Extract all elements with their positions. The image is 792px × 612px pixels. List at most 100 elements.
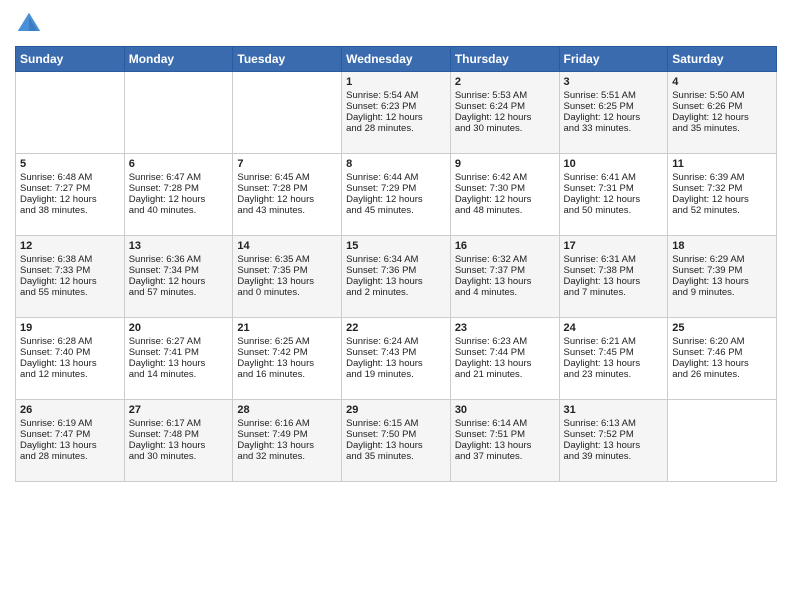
cell-content: and 28 minutes.: [346, 123, 446, 134]
cell-content: and 7 minutes.: [564, 287, 664, 298]
cell-content: Daylight: 13 hours: [20, 440, 120, 451]
day-number: 5: [20, 158, 120, 170]
day-number: 24: [564, 322, 664, 334]
calendar-header-row: SundayMondayTuesdayWednesdayThursdayFrid…: [16, 47, 777, 72]
cell-content: Sunset: 7:33 PM: [20, 265, 120, 276]
calendar-cell: 24Sunrise: 6:21 AMSunset: 7:45 PMDayligh…: [559, 318, 668, 400]
calendar-header-thursday: Thursday: [450, 47, 559, 72]
calendar-week-5: 26Sunrise: 6:19 AMSunset: 7:47 PMDayligh…: [16, 400, 777, 482]
cell-content: and 37 minutes.: [455, 451, 555, 462]
cell-content: Sunset: 7:34 PM: [129, 265, 229, 276]
cell-content: and 0 minutes.: [237, 287, 337, 298]
cell-content: and 33 minutes.: [564, 123, 664, 134]
cell-content: and 45 minutes.: [346, 205, 446, 216]
cell-content: Daylight: 12 hours: [237, 194, 337, 205]
cell-content: Sunset: 7:35 PM: [237, 265, 337, 276]
calendar-cell: 2Sunrise: 5:53 AMSunset: 6:24 PMDaylight…: [450, 72, 559, 154]
cell-content: Sunrise: 6:47 AM: [129, 172, 229, 183]
calendar-header-monday: Monday: [124, 47, 233, 72]
cell-content: Sunset: 7:51 PM: [455, 429, 555, 440]
calendar-header-friday: Friday: [559, 47, 668, 72]
calendar-cell: [124, 72, 233, 154]
cell-content: Sunrise: 6:36 AM: [129, 254, 229, 265]
cell-content: Sunset: 6:24 PM: [455, 101, 555, 112]
day-number: 31: [564, 404, 664, 416]
day-number: 11: [672, 158, 772, 170]
cell-content: Daylight: 13 hours: [455, 358, 555, 369]
day-number: 15: [346, 240, 446, 252]
calendar-cell: 27Sunrise: 6:17 AMSunset: 7:48 PMDayligh…: [124, 400, 233, 482]
cell-content: Sunrise: 6:39 AM: [672, 172, 772, 183]
cell-content: and 32 minutes.: [237, 451, 337, 462]
day-number: 18: [672, 240, 772, 252]
day-number: 3: [564, 76, 664, 88]
cell-content: and 4 minutes.: [455, 287, 555, 298]
cell-content: Sunrise: 6:48 AM: [20, 172, 120, 183]
calendar-cell: 25Sunrise: 6:20 AMSunset: 7:46 PMDayligh…: [668, 318, 777, 400]
cell-content: Sunset: 7:48 PM: [129, 429, 229, 440]
page-container: SundayMondayTuesdayWednesdayThursdayFrid…: [0, 0, 792, 492]
calendar-cell: 14Sunrise: 6:35 AMSunset: 7:35 PMDayligh…: [233, 236, 342, 318]
cell-content: and 14 minutes.: [129, 369, 229, 380]
calendar-cell: 4Sunrise: 5:50 AMSunset: 6:26 PMDaylight…: [668, 72, 777, 154]
cell-content: Sunrise: 5:51 AM: [564, 90, 664, 101]
cell-content: Sunset: 7:44 PM: [455, 347, 555, 358]
cell-content: Sunrise: 6:27 AM: [129, 336, 229, 347]
cell-content: and 52 minutes.: [672, 205, 772, 216]
cell-content: Daylight: 12 hours: [20, 194, 120, 205]
day-number: 12: [20, 240, 120, 252]
day-number: 13: [129, 240, 229, 252]
cell-content: Daylight: 13 hours: [129, 440, 229, 451]
cell-content: Sunrise: 6:28 AM: [20, 336, 120, 347]
cell-content: and 55 minutes.: [20, 287, 120, 298]
cell-content: Sunrise: 6:31 AM: [564, 254, 664, 265]
calendar-cell: 17Sunrise: 6:31 AMSunset: 7:38 PMDayligh…: [559, 236, 668, 318]
cell-content: Daylight: 13 hours: [237, 358, 337, 369]
cell-content: Sunset: 7:52 PM: [564, 429, 664, 440]
cell-content: and 57 minutes.: [129, 287, 229, 298]
cell-content: and 26 minutes.: [672, 369, 772, 380]
cell-content: Sunset: 6:26 PM: [672, 101, 772, 112]
cell-content: Sunrise: 6:25 AM: [237, 336, 337, 347]
day-number: 2: [455, 76, 555, 88]
cell-content: and 12 minutes.: [20, 369, 120, 380]
calendar-cell: [233, 72, 342, 154]
day-number: 17: [564, 240, 664, 252]
cell-content: Sunrise: 6:35 AM: [237, 254, 337, 265]
cell-content: Daylight: 13 hours: [346, 358, 446, 369]
page-header: [15, 10, 777, 38]
cell-content: Sunset: 7:32 PM: [672, 183, 772, 194]
cell-content: Daylight: 13 hours: [564, 276, 664, 287]
cell-content: Sunset: 7:47 PM: [20, 429, 120, 440]
cell-content: and 21 minutes.: [455, 369, 555, 380]
cell-content: Daylight: 13 hours: [564, 440, 664, 451]
cell-content: Daylight: 12 hours: [129, 276, 229, 287]
cell-content: Sunset: 7:28 PM: [129, 183, 229, 194]
calendar-cell: 30Sunrise: 6:14 AMSunset: 7:51 PMDayligh…: [450, 400, 559, 482]
calendar-cell: 13 Sunrise: 6:36 AMSunset: 7:34 PMDayligh…: [124, 236, 233, 318]
calendar-cell: 12Sunrise: 6:38 AMSunset: 7:33 PMDayligh…: [16, 236, 125, 318]
cell-content: and 39 minutes.: [564, 451, 664, 462]
cell-content: and 48 minutes.: [455, 205, 555, 216]
calendar-header-tuesday: Tuesday: [233, 47, 342, 72]
cell-content: Daylight: 13 hours: [346, 276, 446, 287]
calendar-cell: 18Sunrise: 6:29 AMSunset: 7:39 PMDayligh…: [668, 236, 777, 318]
cell-content: and 19 minutes.: [346, 369, 446, 380]
cell-content: Sunrise: 6:16 AM: [237, 418, 337, 429]
cell-content: and 28 minutes.: [20, 451, 120, 462]
cell-content: and 16 minutes.: [237, 369, 337, 380]
cell-content: Daylight: 12 hours: [564, 112, 664, 123]
day-number: 8: [346, 158, 446, 170]
cell-content: Sunrise: 6:42 AM: [455, 172, 555, 183]
calendar-cell: 5Sunrise: 6:48 AMSunset: 7:27 PMDaylight…: [16, 154, 125, 236]
cell-content: Sunset: 7:43 PM: [346, 347, 446, 358]
day-number: 28: [237, 404, 337, 416]
day-number: 9: [455, 158, 555, 170]
cell-content: Sunset: 7:42 PM: [237, 347, 337, 358]
cell-content: Sunset: 7:41 PM: [129, 347, 229, 358]
day-number: 1: [346, 76, 446, 88]
logo: [15, 10, 47, 38]
cell-content: Sunrise: 6:41 AM: [564, 172, 664, 183]
cell-content: Daylight: 13 hours: [564, 358, 664, 369]
calendar-cell: 15Sunrise: 6:34 AMSunset: 7:36 PMDayligh…: [342, 236, 451, 318]
